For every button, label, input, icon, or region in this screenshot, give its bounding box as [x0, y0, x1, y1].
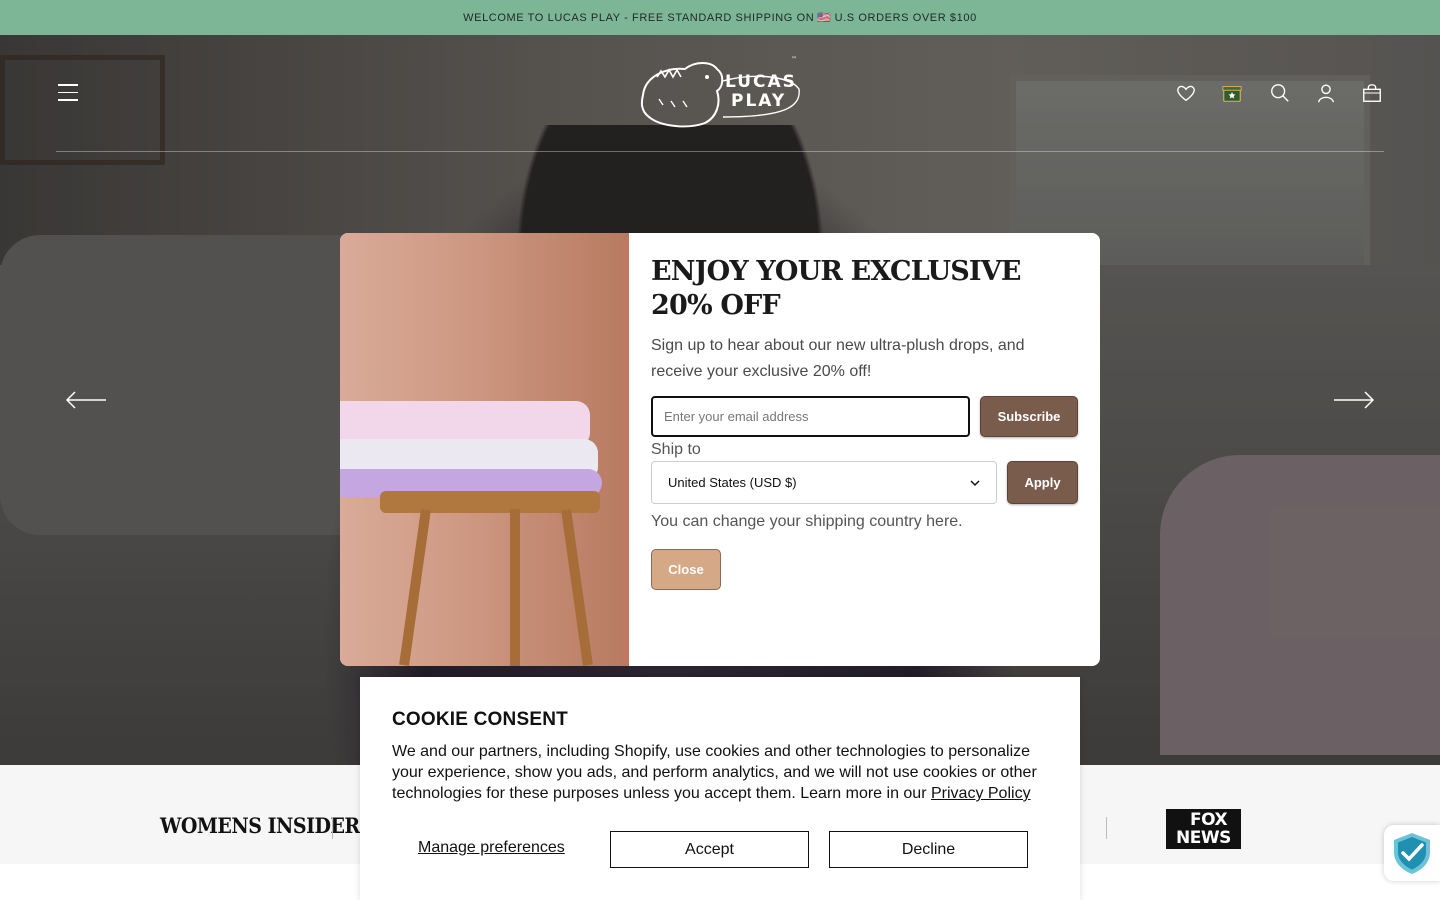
country-select-value: United States (USD $) — [668, 475, 797, 490]
logo-text-lucas: LUCAS — [725, 72, 797, 92]
announcement-text-end: U.S ORDERS OVER $100 — [834, 11, 977, 24]
slide-prev-arrow-icon[interactable] — [64, 388, 108, 412]
decline-cookies-button[interactable]: Decline — [829, 831, 1028, 868]
country-select[interactable]: United States (USD $) — [651, 461, 997, 504]
subscribe-button[interactable]: Subscribe — [980, 396, 1078, 437]
rewards-gift-icon[interactable] — [1220, 81, 1244, 105]
announcement-text: WELCOME TO LUCAS PLAY - FREE STANDARD SH… — [463, 11, 815, 24]
womens-insider-logo: WOMENS INSIDER — [160, 813, 360, 839]
account-icon[interactable] — [1314, 81, 1338, 105]
svg-text:™: ™ — [791, 56, 797, 63]
us-flag-icon: 🇺🇸 — [817, 12, 832, 24]
press-divider — [332, 817, 333, 839]
popup-title: ENJOY YOUR EXCLUSIVE 20% OFF — [651, 256, 1021, 321]
lucas-play-logo[interactable]: ™ LUCAS PLAY — [639, 55, 801, 131]
apply-button[interactable]: Apply — [1007, 461, 1078, 504]
search-icon[interactable] — [1268, 81, 1292, 105]
menu-hamburger-icon[interactable] — [58, 84, 78, 102]
email-input[interactable]: Enter your email address — [651, 396, 970, 437]
shipping-country-note: You can change your shipping country her… — [651, 513, 963, 530]
ship-to-label: Ship to — [651, 441, 701, 458]
privacy-policy-link[interactable]: Privacy Policy — [931, 785, 1031, 802]
fox-logo-line1: FOX — [1190, 810, 1228, 830]
fox-news-logo: FOX NEWS — [1166, 809, 1241, 849]
slide-next-arrow-icon[interactable] — [1332, 388, 1376, 412]
announcement-bar: WELCOME TO LUCAS PLAY - FREE STANDARD SH… — [0, 0, 1440, 35]
popup-product-image — [340, 233, 629, 666]
cookie-title: COOKIE CONSENT — [392, 709, 568, 730]
close-popup-button[interactable]: Close — [651, 549, 721, 590]
chevron-down-icon — [970, 479, 980, 486]
manage-preferences-link[interactable]: Manage preferences — [418, 839, 565, 857]
logo-text-play: PLAY — [731, 91, 787, 111]
site-header: ™ LUCAS PLAY — [56, 35, 1384, 152]
newsletter-popup: ENJOY YOUR EXCLUSIVE 20% OFF Sign up to … — [340, 233, 1100, 666]
header-icons — [1152, 81, 1384, 105]
shield-check-icon — [1394, 833, 1430, 874]
privacy-shield-widget[interactable] — [1384, 825, 1440, 881]
press-divider — [1106, 817, 1107, 839]
accept-cookies-button[interactable]: Accept — [610, 831, 809, 868]
wishlist-heart-icon[interactable] — [1174, 81, 1198, 105]
cookie-consent-banner: COOKIE CONSENT We and our partners, incl… — [360, 677, 1080, 900]
popup-description: Sign up to hear about our new ultra-plus… — [651, 337, 1025, 380]
cart-bag-icon[interactable] — [1360, 81, 1384, 105]
fox-logo-line2: NEWS — [1176, 828, 1231, 848]
